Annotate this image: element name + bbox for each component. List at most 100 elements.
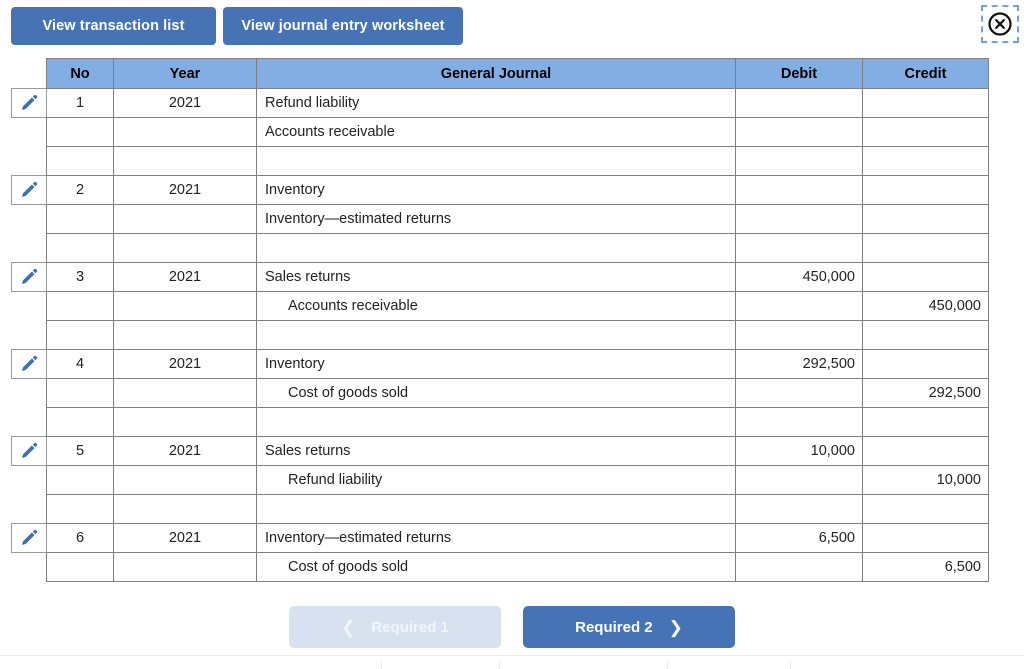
edit-column-header: [12, 59, 47, 89]
cell-debit[interactable]: [735, 88, 863, 118]
footer-divider: [0, 655, 1024, 656]
cell-debit[interactable]: [735, 146, 863, 176]
table-row: [12, 407, 989, 437]
cell-account[interactable]: Accounts receivable: [256, 117, 736, 147]
cell-account[interactable]: [256, 494, 736, 524]
cell-account[interactable]: Refund liability: [256, 465, 736, 495]
cell-no: [46, 552, 114, 582]
cell-account[interactable]: Inventory: [256, 175, 736, 205]
pencil-icon: [20, 94, 38, 112]
edit-row-button[interactable]: [11, 349, 47, 379]
cell-debit[interactable]: [735, 291, 863, 321]
cell-no: 1: [46, 88, 114, 118]
view-transaction-list-button[interactable]: View transaction list: [11, 7, 216, 45]
required-1-button[interactable]: ❮ Required 1: [289, 606, 501, 648]
cell-credit[interactable]: [862, 436, 989, 466]
cell-year: 2021: [113, 436, 257, 466]
cell-year: [113, 204, 257, 234]
cell-debit[interactable]: 10,000: [735, 436, 863, 466]
pencil-icon: [20, 355, 38, 373]
edit-row-button[interactable]: [11, 262, 47, 292]
cell-no: 2: [46, 175, 114, 205]
cell-debit[interactable]: [735, 552, 863, 582]
cell-no: 4: [46, 349, 114, 379]
edit-cell-empty: [12, 495, 47, 524]
table-row: [12, 320, 989, 350]
edit-cell-empty: [12, 466, 47, 495]
cell-credit[interactable]: [862, 204, 989, 234]
cell-account[interactable]: [256, 407, 736, 437]
cell-year: 2021: [113, 523, 257, 553]
cell-credit[interactable]: [862, 233, 989, 263]
cell-no: [46, 204, 114, 234]
cell-debit[interactable]: [735, 378, 863, 408]
cell-year: [113, 494, 257, 524]
cell-credit[interactable]: [862, 146, 989, 176]
cell-credit[interactable]: 450,000: [862, 291, 989, 321]
cell-account[interactable]: Cost of goods sold: [256, 378, 736, 408]
cell-credit[interactable]: 6,500: [862, 552, 989, 582]
table-row: 4 2021 Inventory 292,500: [11, 349, 989, 379]
cell-account[interactable]: Sales returns: [256, 436, 736, 466]
cell-account[interactable]: [256, 233, 736, 263]
cell-account[interactable]: Sales returns: [256, 262, 736, 292]
cell-credit[interactable]: [862, 175, 989, 205]
cell-debit[interactable]: [735, 494, 863, 524]
top-toolbar: View transaction list View journal entry…: [0, 0, 1024, 52]
cell-credit[interactable]: [862, 407, 989, 437]
edit-row-button[interactable]: [11, 175, 47, 205]
column-header-debit: Debit: [735, 58, 863, 89]
cell-year: [113, 233, 257, 263]
cell-account[interactable]: Accounts receivable: [256, 291, 736, 321]
cell-debit[interactable]: [735, 465, 863, 495]
cell-year: [113, 117, 257, 147]
cell-credit[interactable]: [862, 88, 989, 118]
cell-debit[interactable]: [735, 233, 863, 263]
cell-year: [113, 378, 257, 408]
cell-credit[interactable]: [862, 262, 989, 292]
cell-credit[interactable]: 292,500: [862, 378, 989, 408]
cell-debit[interactable]: [735, 117, 863, 147]
cell-credit[interactable]: 10,000: [862, 465, 989, 495]
cell-no: 3: [46, 262, 114, 292]
cell-debit[interactable]: 6,500: [735, 523, 863, 553]
cell-credit[interactable]: [862, 349, 989, 379]
cell-no: [46, 465, 114, 495]
cell-account[interactable]: Cost of goods sold: [256, 552, 736, 582]
cell-account[interactable]: [256, 146, 736, 176]
cell-year: 2021: [113, 262, 257, 292]
edit-row-button[interactable]: [11, 88, 47, 118]
cell-credit[interactable]: [862, 320, 989, 350]
table-row: 1 2021 Refund liability: [11, 88, 989, 118]
view-journal-entry-worksheet-button[interactable]: View journal entry worksheet: [223, 7, 463, 45]
edit-row-button[interactable]: [11, 523, 47, 553]
cell-account[interactable]: Refund liability: [256, 88, 736, 118]
cell-debit[interactable]: 450,000: [735, 262, 863, 292]
cell-credit[interactable]: [862, 117, 989, 147]
edit-cell-empty: [12, 118, 47, 147]
cell-account[interactable]: [256, 320, 736, 350]
journal-entry-table: No Year General Journal Debit Credit 1 20…: [11, 58, 989, 582]
cell-account[interactable]: Inventory: [256, 349, 736, 379]
required-2-button[interactable]: Required 2 ❯: [523, 606, 735, 648]
cell-debit[interactable]: [735, 407, 863, 437]
cell-no: [46, 494, 114, 524]
cell-no: 6: [46, 523, 114, 553]
cell-year: 2021: [113, 175, 257, 205]
chevron-left-icon: ❮: [341, 617, 356, 637]
cell-account[interactable]: Inventory—estimated returns: [256, 204, 736, 234]
cell-credit[interactable]: [862, 494, 989, 524]
edit-row-button[interactable]: [11, 436, 47, 466]
cell-account[interactable]: Inventory—estimated returns: [256, 523, 736, 553]
cell-debit[interactable]: [735, 204, 863, 234]
cell-credit[interactable]: [862, 523, 989, 553]
pencil-icon: [20, 529, 38, 547]
table-row: Cost of goods sold 6,500: [12, 552, 989, 582]
cell-debit[interactable]: 292,500: [735, 349, 863, 379]
cell-debit[interactable]: [735, 320, 863, 350]
table-row: Cost of goods sold 292,500: [12, 378, 989, 408]
edit-cell-empty: [12, 292, 47, 321]
close-button[interactable]: [981, 5, 1019, 43]
cell-debit[interactable]: [735, 175, 863, 205]
edit-cell-empty: [12, 205, 47, 234]
